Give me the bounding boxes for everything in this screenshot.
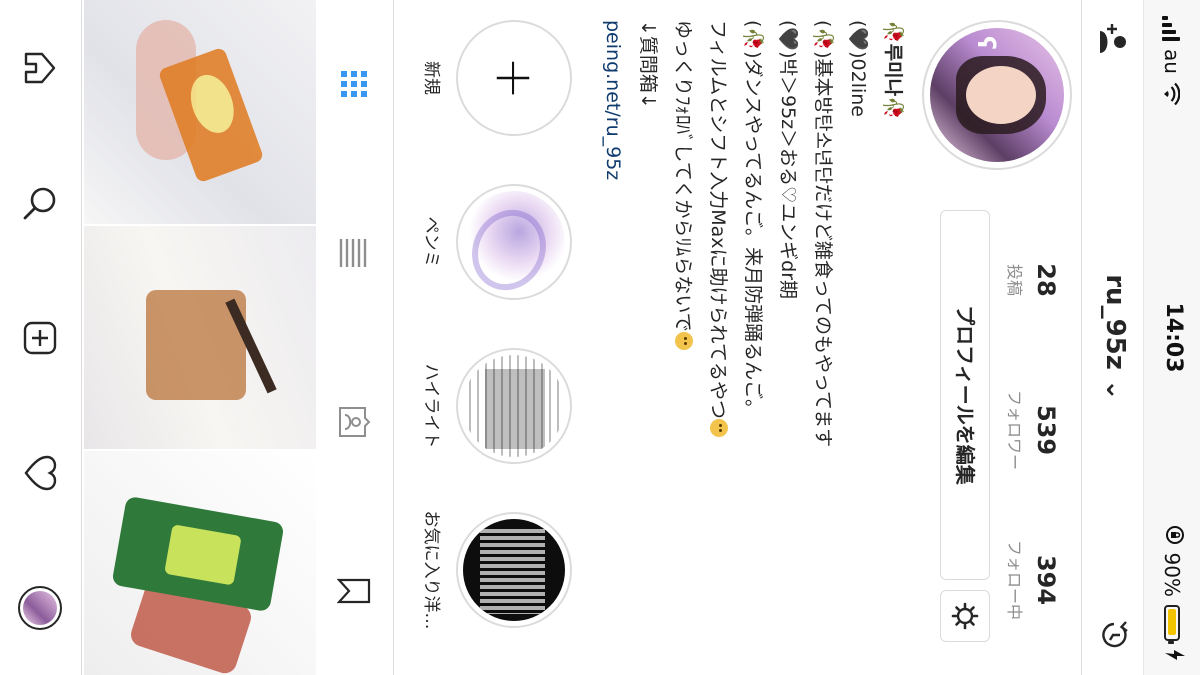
bio-text: 基本방탄소년단だけど雑食ってのもやってます [812, 58, 834, 448]
smile-emoji-icon [710, 418, 728, 437]
history-icon[interactable] [1096, 617, 1132, 653]
highlight-new[interactable]: + 新規 [421, 18, 572, 138]
posts-count[interactable]: 28 投稿 [990, 205, 1060, 355]
profile-header: ru_95z ⌄ [1081, 0, 1144, 675]
highlight-cover [463, 519, 565, 621]
battery-percent: 90% [1160, 552, 1185, 597]
rose-icon: 🥀 [812, 27, 834, 52]
status-right: 90% [1160, 525, 1185, 661]
bio-text: 02line [847, 58, 869, 117]
black-heart-icon: 🖤 [777, 27, 799, 52]
highlight-label: 新規 [421, 61, 441, 95]
heart-icon [24, 455, 57, 490]
following-number: 394 [1032, 554, 1060, 606]
settings-button[interactable] [940, 590, 990, 642]
edit-profile-button[interactable]: プロフィールを編集 [940, 210, 990, 580]
username-switcher[interactable]: ru_95z ⌄ [1100, 0, 1130, 675]
nav-activity[interactable] [0, 405, 81, 540]
bio-line: (🖤)박＞95z＞おる♡ユンギdr期 [777, 20, 799, 300]
grid-icon [341, 71, 367, 98]
bio-name-line: 🥀루미나🥀 [875, 20, 910, 660]
screen: au 14:03 90% ru_95z ⌄ ʕ 28 投稿 539 フォロワー … [0, 0, 1200, 675]
highlight-item[interactable]: ペンミ [421, 182, 572, 302]
tab-tagged[interactable] [315, 338, 393, 507]
following-label: フォロー中 [1005, 539, 1024, 620]
bio-link[interactable]: peing.net/ru_95z [595, 20, 630, 660]
plus-icon: + [484, 56, 544, 100]
profile-avatar-icon [18, 585, 62, 630]
bio-text: ダンスやってるんご。来月防弾踊るんご。 [742, 58, 764, 419]
highlight-new-circle: + [456, 20, 572, 136]
avatar-image: ʕ [930, 28, 1064, 162]
charging-icon [1160, 649, 1185, 661]
tagged-icon [339, 406, 371, 437]
followers-count[interactable]: 539 フォロワー [990, 355, 1060, 505]
tab-grid[interactable] [315, 0, 393, 169]
list-icon [339, 239, 367, 268]
followers-label: フォロワー [1005, 389, 1024, 470]
nav-profile[interactable] [0, 540, 81, 675]
tab-list[interactable] [315, 169, 393, 338]
bio-line: フィルムとシフト入力Maxに助けられてるやつ [700, 20, 735, 660]
gear-icon [951, 602, 979, 630]
phone-screen: au 14:03 90% ru_95z ⌄ ʕ 28 投稿 539 フォロワー … [0, 0, 1200, 675]
followers-number: 539 [1032, 404, 1060, 456]
chevron-down-icon: ⌄ [1100, 378, 1130, 401]
add-post-icon [23, 321, 57, 354]
highlight-label: ハイライト [421, 363, 441, 449]
posts-label: 投稿 [1005, 263, 1024, 296]
avatar-logo-icon: ʕ [972, 36, 1000, 50]
nav-search[interactable] [0, 135, 81, 270]
tab-saved[interactable] [315, 506, 393, 675]
bio-name: 루미나 [882, 43, 904, 97]
profile-avatar[interactable]: ʕ [922, 20, 1072, 170]
bottom-navigation [0, 0, 82, 675]
profile-bio: 🥀루미나🥀 (🖤)02line (🥀)基本방탄소년단だけど雑食ってのもやってます… [595, 20, 910, 660]
post-thumbnail[interactable] [84, 225, 316, 450]
highlight-cover [463, 191, 565, 293]
bio-line: (🥀)ダンスやってるんご。来月防弾踊るんご。 [742, 20, 764, 419]
post-thumbnail[interactable] [84, 0, 316, 224]
profile-stats: 28 投稿 539 フォロワー 394 フォロー中 [990, 205, 1060, 655]
bio-line: (🥀)基本방탄소년단だけど雑食ってのもやってます [812, 20, 834, 448]
battery-icon [1164, 605, 1181, 641]
bio-line: (🖤)02line [847, 20, 869, 117]
bio-text: フィルムとシフト入力Maxに助けられてるやつ [707, 20, 729, 419]
black-heart-icon: 🖤 [847, 27, 869, 52]
bio-line: ↓質問箱↓ [637, 20, 659, 109]
post-thumbnail[interactable] [84, 451, 316, 675]
nav-home[interactable] [0, 0, 81, 135]
highlight-item[interactable]: お気に入り洋… [421, 510, 572, 630]
bio-text: ゆっくりﾌｫﾛﾊﾞしてくからﾘﾑらないで [672, 20, 694, 332]
rose-icon: 🥀 [882, 96, 904, 120]
status-bar: au 14:03 90% [1143, 0, 1200, 675]
highlight-item[interactable]: ハイライト [421, 346, 572, 466]
battery-fill [1168, 609, 1177, 635]
rose-icon: 🥀 [742, 27, 764, 52]
search-icon [23, 187, 56, 219]
username-label: ru_95z [1100, 274, 1130, 370]
smile-emoji-icon [675, 331, 693, 350]
highlight-label: ペンミ [421, 216, 441, 268]
highlight-label: お気に入り洋… [421, 510, 441, 630]
bookmark-icon [337, 578, 371, 603]
nav-add[interactable] [0, 270, 81, 405]
highlight-cover [463, 355, 565, 457]
rose-icon: 🥀 [882, 20, 904, 44]
bio-line: ゆっくりﾌｫﾛﾊﾞしてくからﾘﾑらないで [665, 20, 700, 660]
posts-number: 28 [1032, 263, 1060, 297]
post-grid [84, 0, 316, 675]
story-highlights: + 新規 ペンミ ハイライト お気に入り洋… [412, 0, 572, 675]
bio-text: 박＞95z＞おる♡ユンギdr期 [777, 58, 799, 300]
following-count[interactable]: 394 フォロー中 [990, 505, 1060, 655]
home-icon [24, 52, 56, 83]
rotation-lock-icon [1160, 525, 1185, 545]
profile-tabs [315, 0, 394, 675]
